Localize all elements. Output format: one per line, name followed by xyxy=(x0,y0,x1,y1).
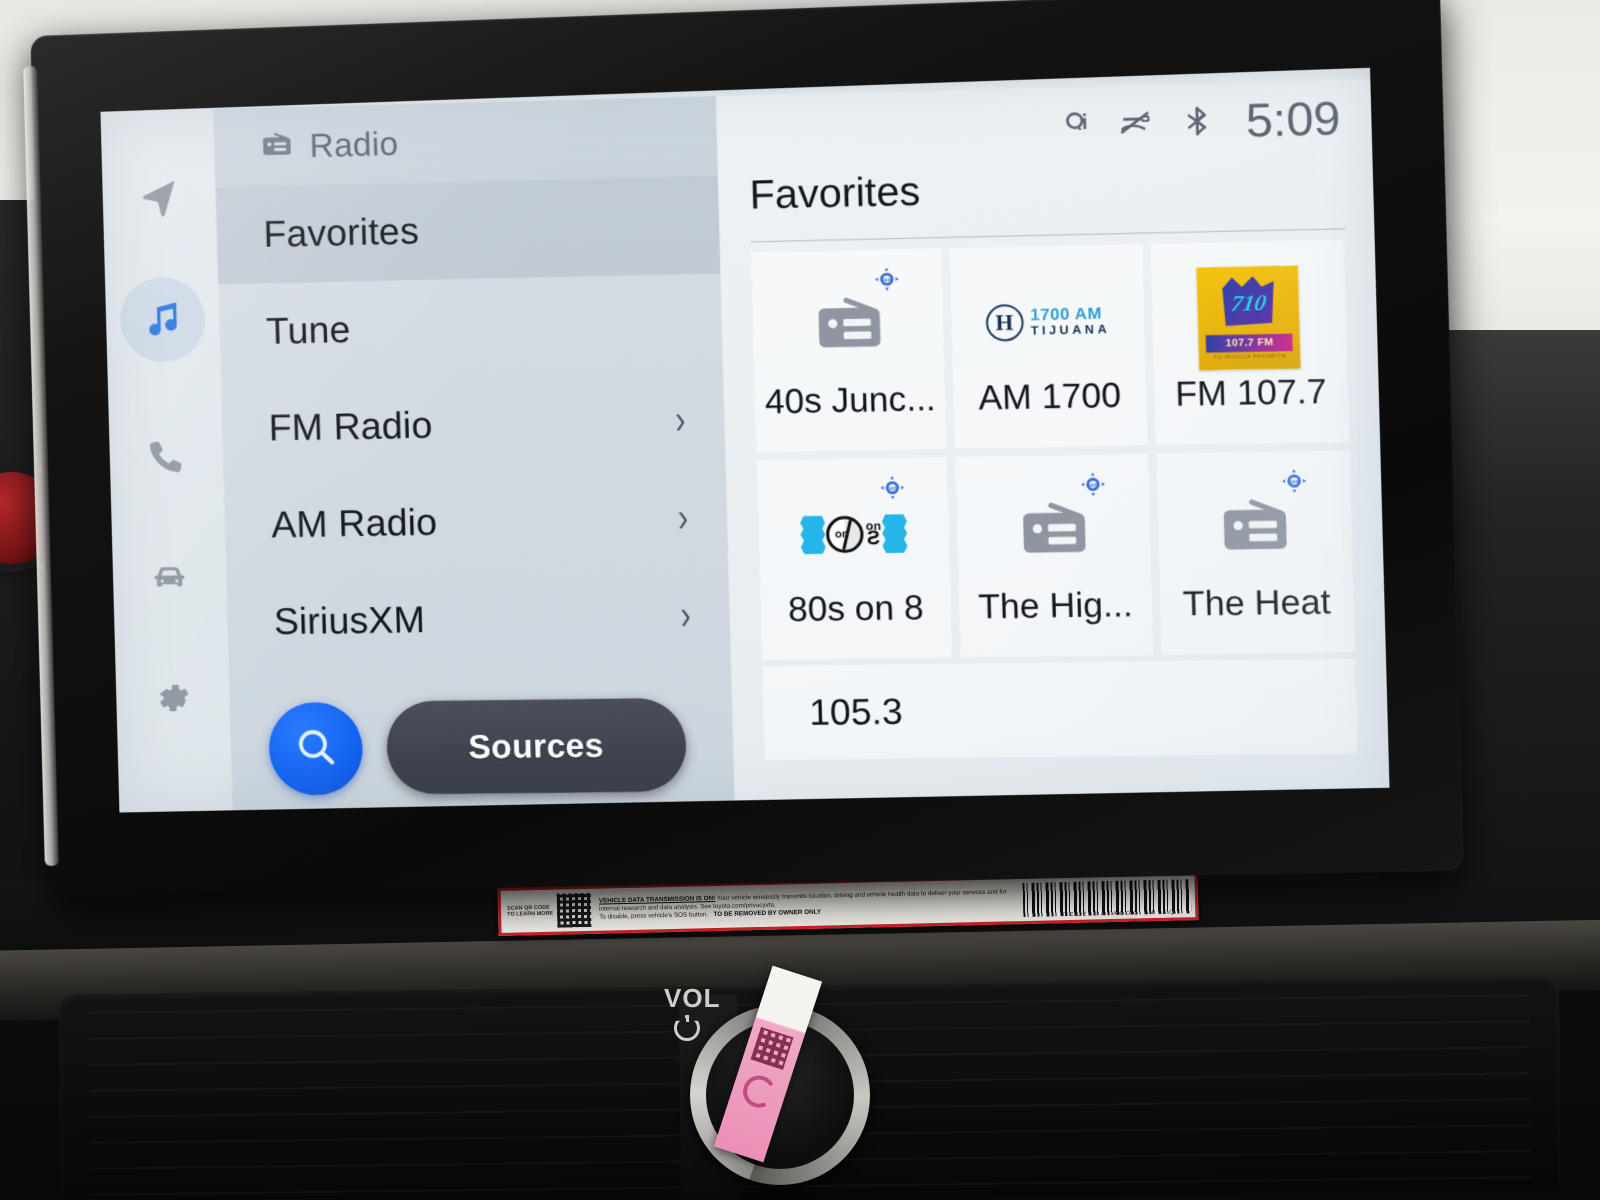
tag-qr-icon xyxy=(750,1027,794,1070)
favorite-label: FM 107.7 xyxy=(1174,372,1328,415)
am1700-line2: TIJUANA xyxy=(1030,321,1111,338)
nav-rail xyxy=(100,108,233,813)
menu-item-am-radio[interactable]: AM Radio › xyxy=(223,469,728,574)
chevron-right-icon: › xyxy=(679,592,692,639)
80s-logo-s: S xyxy=(866,527,881,550)
bluetooth-icon xyxy=(1180,104,1215,138)
favorite-label: 105.3 xyxy=(808,690,904,734)
sidebar-item-vehicle[interactable] xyxy=(126,536,213,622)
80s-on-8-logo-icon: on on S xyxy=(800,514,908,554)
radio-generic-icon xyxy=(1014,490,1094,572)
favorite-tile[interactable]: sxm xyxy=(955,453,1153,658)
favorite-tile[interactable]: sxm xyxy=(751,248,947,453)
volume-label: VOL xyxy=(664,983,721,1013)
music-note-icon xyxy=(141,296,185,344)
fm1077-logo-icon: 710 107.7 FM TU MUSICA FAVORITA xyxy=(1196,265,1301,371)
svg-text:sxm: sxm xyxy=(1087,483,1099,489)
navigation-arrow-icon xyxy=(137,175,181,223)
qi-charging-icon xyxy=(1058,107,1092,141)
favorites-grid: sxm 40s Junc... H 1700 AM TIJUANA AM 170… xyxy=(720,229,1390,661)
gear-icon xyxy=(151,676,195,724)
siriusxm-badge-icon: sxm xyxy=(879,474,907,501)
menu-footer: Sources xyxy=(229,685,735,808)
sticker-body3: TO BE REMOVED BY OWNER ONLY xyxy=(713,908,822,919)
touchscreen[interactable]: Radio Favorites Tune FM Radio › AM Radio… xyxy=(100,67,1390,813)
svg-text:sxm: sxm xyxy=(887,486,899,492)
chevron-right-icon: › xyxy=(674,397,687,444)
menu-item-siriusxm[interactable]: SiriusXM › xyxy=(226,567,731,671)
favorite-label: 40s Junc... xyxy=(764,379,937,422)
radio-menu-panel: Radio Favorites Tune FM Radio › AM Radio… xyxy=(213,96,736,813)
menu-item-tune[interactable]: Tune xyxy=(218,274,723,381)
radio-icon xyxy=(258,127,294,167)
search-button[interactable] xyxy=(267,701,364,796)
sidebar-item-phone[interactable] xyxy=(123,415,210,501)
sidebar-item-media[interactable] xyxy=(119,276,207,363)
svg-text:sxm: sxm xyxy=(881,277,893,283)
menu-item-label: SiriusXM xyxy=(273,598,426,643)
favorite-tile[interactable]: sxm xyxy=(1155,450,1355,655)
infotainment-head-unit: Radio Favorites Tune FM Radio › AM Radio… xyxy=(23,0,1464,896)
menu-item-label: AM Radio xyxy=(270,501,438,546)
favorite-label: The Heat xyxy=(1182,582,1332,624)
tile-artwork: H 1700 AM TIJUANA xyxy=(984,271,1111,372)
favorite-tile-partial[interactable]: 105.3 xyxy=(762,658,1358,761)
radio-generic-icon xyxy=(809,285,888,367)
fm1077-band-text: 107.7 FM xyxy=(1206,333,1294,353)
radio-generic-icon xyxy=(1214,487,1294,570)
barcode-label: TELE DATALOG SP EQY xyxy=(1063,909,1184,919)
content-panel: 5:09 Favorites sxm 40s Junc... H 1700 AM… xyxy=(715,79,1390,810)
volume-knob[interactable]: VOL xyxy=(664,965,870,1185)
sidebar-item-navigation[interactable] xyxy=(116,156,203,242)
siriusxm-badge-icon: sxm xyxy=(873,266,901,293)
favorite-tile[interactable]: 710 107.7 FM TU MUSICA FAVORITA FM 107.7 xyxy=(1150,239,1350,446)
favorite-label: The Hig... xyxy=(977,585,1134,627)
favorite-label: 80s on 8 xyxy=(787,588,925,630)
svg-text:sxm: sxm xyxy=(1288,479,1300,485)
menu-header: Radio xyxy=(213,96,719,188)
sticker-body2: To disable, press vehicle's SOS button. xyxy=(599,911,709,921)
sidebar-item-settings[interactable] xyxy=(129,657,216,743)
favorite-label: AM 1700 xyxy=(978,376,1122,418)
tile-artwork: 710 107.7 FM TU MUSICA FAVORITA xyxy=(1196,265,1301,371)
qr-code-icon xyxy=(556,892,592,928)
siriusxm-badge-icon: sxm xyxy=(1280,467,1308,494)
car-icon xyxy=(148,555,192,603)
phone-icon xyxy=(144,435,188,483)
fm1077-burst-text: 710 xyxy=(1229,289,1268,316)
menu-item-label: FM Radio xyxy=(268,404,433,449)
am1700-mark: H xyxy=(985,304,1024,342)
sticker-body: VEHICLE DATA TRANSMISSION IS ON! Your ve… xyxy=(591,888,1023,922)
menu-header-title: Radio xyxy=(309,124,399,165)
menu-item-label: Tune xyxy=(265,308,352,352)
tag-logo-icon xyxy=(738,1071,780,1112)
menu-item-favorites[interactable]: Favorites xyxy=(215,175,721,285)
sticker-scan-text: SCAN QR CODE TO LEARN MORE xyxy=(506,904,554,918)
photo-scene: SCAN QR CODE TO LEARN MORE VEHICLE DATA … xyxy=(0,0,1600,1200)
menu-item-label: Favorites xyxy=(262,210,420,256)
sources-button-label: Sources xyxy=(467,726,605,766)
search-icon xyxy=(292,723,340,775)
favorite-tile[interactable]: sxm on on S 80s on 8 xyxy=(756,457,953,661)
siriusxm-badge-icon: sxm xyxy=(1079,471,1107,498)
80s-logo-inner: on xyxy=(834,528,849,541)
clock: 5:09 xyxy=(1245,91,1342,147)
fm1077-sub-text: TU MUSICA FAVORITA xyxy=(1213,352,1287,361)
favorite-tile[interactable]: H 1700 AM TIJUANA AM 1700 xyxy=(949,244,1148,449)
menu-item-fm-radio[interactable]: FM Radio › xyxy=(221,371,726,477)
am1700-logo-icon: H 1700 AM TIJUANA xyxy=(985,302,1111,342)
sources-button[interactable]: Sources xyxy=(385,697,688,795)
projection-off-icon xyxy=(1119,106,1154,140)
chevron-right-icon: › xyxy=(677,495,689,541)
